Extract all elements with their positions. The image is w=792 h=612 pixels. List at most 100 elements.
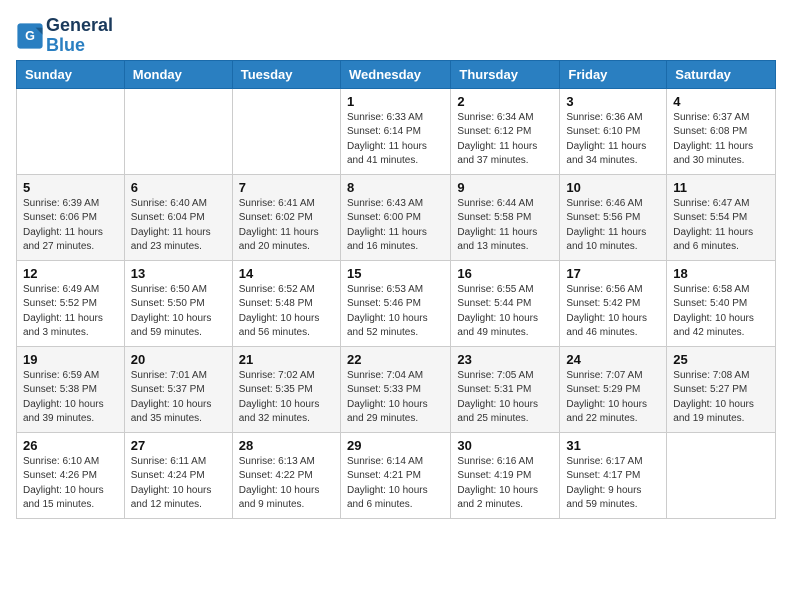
header-wednesday: Wednesday	[340, 60, 450, 88]
day-cell: 8 Sunrise: 6:43 AM Sunset: 6:00 PM Daylig…	[340, 174, 450, 260]
page-header: G GeneralBlue	[16, 16, 776, 56]
header-thursday: Thursday	[451, 60, 560, 88]
day-number: 3	[566, 94, 660, 109]
day-cell	[17, 88, 125, 174]
day-cell	[124, 88, 232, 174]
svg-text:G: G	[25, 29, 35, 43]
day-info: Sunrise: 6:16 AM Sunset: 4:19 PM Dayligh…	[457, 455, 553, 513]
day-info: Sunrise: 6:43 AM Sunset: 6:00 PM Dayligh…	[347, 197, 444, 255]
day-info: Sunrise: 6:58 AM Sunset: 5:40 PM Dayligh…	[673, 283, 769, 341]
day-number: 14	[239, 266, 334, 281]
day-cell: 11 Sunrise: 6:47 AM Sunset: 5:54 PM Dayli…	[667, 174, 776, 260]
day-number: 5	[23, 180, 118, 195]
day-info: Sunrise: 7:07 AM Sunset: 5:29 PM Dayligh…	[566, 369, 660, 427]
day-info: Sunrise: 6:14 AM Sunset: 4:21 PM Dayligh…	[347, 455, 444, 513]
day-cell: 26 Sunrise: 6:10 AM Sunset: 4:26 PM Dayli…	[17, 432, 125, 518]
day-cell: 21Sunrise: 7:02 AM Sunset: 5:35 PM Dayli…	[232, 346, 340, 432]
day-number: 8	[347, 180, 444, 195]
day-number: 26	[23, 438, 118, 453]
header-friday: Friday	[560, 60, 667, 88]
day-cell: 23Sunrise: 7:05 AM Sunset: 5:31 PM Dayli…	[451, 346, 560, 432]
day-number: 20	[131, 352, 226, 367]
week-row-5: 26 Sunrise: 6:10 AM Sunset: 4:26 PM Dayli…	[17, 432, 776, 518]
day-cell: 5 Sunrise: 6:39 AM Sunset: 6:06 PM Daylig…	[17, 174, 125, 260]
day-number: 15	[347, 266, 444, 281]
day-info: Sunrise: 6:47 AM Sunset: 5:54 PM Dayligh…	[673, 197, 769, 255]
day-info: Sunrise: 6:41 AM Sunset: 6:02 PM Dayligh…	[239, 197, 334, 255]
day-number: 11	[673, 180, 769, 195]
day-cell: 10 Sunrise: 6:46 AM Sunset: 5:56 PM Dayli…	[560, 174, 667, 260]
day-info: Sunrise: 7:02 AM Sunset: 5:35 PM Dayligh…	[239, 369, 334, 427]
day-cell: 1 Sunrise: 6:33 AM Sunset: 6:14 PM Daylig…	[340, 88, 450, 174]
day-cell: 24 Sunrise: 7:07 AM Sunset: 5:29 PM Dayli…	[560, 346, 667, 432]
day-cell: 20Sunrise: 7:01 AM Sunset: 5:37 PM Dayli…	[124, 346, 232, 432]
calendar-table: SundayMondayTuesdayWednesdayThursdayFrid…	[16, 60, 776, 519]
header-row: SundayMondayTuesdayWednesdayThursdayFrid…	[17, 60, 776, 88]
day-number: 24	[566, 352, 660, 367]
day-number: 31	[566, 438, 660, 453]
day-cell: 16Sunrise: 6:55 AM Sunset: 5:44 PM Dayli…	[451, 260, 560, 346]
day-cell: 6 Sunrise: 6:40 AM Sunset: 6:04 PM Daylig…	[124, 174, 232, 260]
day-info: Sunrise: 6:50 AM Sunset: 5:50 PM Dayligh…	[131, 283, 226, 341]
day-info: Sunrise: 6:59 AM Sunset: 5:38 PM Dayligh…	[23, 369, 118, 427]
day-cell	[232, 88, 340, 174]
day-number: 1	[347, 94, 444, 109]
week-row-3: 12 Sunrise: 6:49 AM Sunset: 5:52 PM Dayli…	[17, 260, 776, 346]
logo-text: GeneralBlue	[46, 16, 113, 56]
day-number: 19	[23, 352, 118, 367]
header-tuesday: Tuesday	[232, 60, 340, 88]
day-cell: 30 Sunrise: 6:16 AM Sunset: 4:19 PM Dayli…	[451, 432, 560, 518]
day-cell	[667, 432, 776, 518]
day-number: 4	[673, 94, 769, 109]
day-info: Sunrise: 7:08 AM Sunset: 5:27 PM Dayligh…	[673, 369, 769, 427]
day-info: Sunrise: 6:39 AM Sunset: 6:06 PM Dayligh…	[23, 197, 118, 255]
day-number: 12	[23, 266, 118, 281]
day-cell: 31 Sunrise: 6:17 AM Sunset: 4:17 PM Dayli…	[560, 432, 667, 518]
day-cell: 13 Sunrise: 6:50 AM Sunset: 5:50 PM Dayli…	[124, 260, 232, 346]
day-info: Sunrise: 7:04 AM Sunset: 5:33 PM Dayligh…	[347, 369, 444, 427]
day-number: 29	[347, 438, 444, 453]
day-cell: 25 Sunrise: 7:08 AM Sunset: 5:27 PM Dayli…	[667, 346, 776, 432]
day-cell: 9Sunrise: 6:44 AM Sunset: 5:58 PM Daylig…	[451, 174, 560, 260]
day-info: Sunrise: 6:55 AM Sunset: 5:44 PM Dayligh…	[457, 283, 553, 341]
day-info: Sunrise: 6:13 AM Sunset: 4:22 PM Dayligh…	[239, 455, 334, 513]
day-info: Sunrise: 6:53 AM Sunset: 5:46 PM Dayligh…	[347, 283, 444, 341]
day-info: Sunrise: 6:49 AM Sunset: 5:52 PM Dayligh…	[23, 283, 118, 341]
day-info: Sunrise: 7:05 AM Sunset: 5:31 PM Dayligh…	[457, 369, 553, 427]
day-info: Sunrise: 6:40 AM Sunset: 6:04 PM Dayligh…	[131, 197, 226, 255]
day-info: Sunrise: 6:56 AM Sunset: 5:42 PM Dayligh…	[566, 283, 660, 341]
day-cell: 14Sunrise: 6:52 AM Sunset: 5:48 PM Dayli…	[232, 260, 340, 346]
day-number: 18	[673, 266, 769, 281]
day-number: 9	[457, 180, 553, 195]
day-cell: 29 Sunrise: 6:14 AM Sunset: 4:21 PM Dayli…	[340, 432, 450, 518]
logo: G GeneralBlue	[16, 16, 113, 56]
day-info: Sunrise: 6:34 AM Sunset: 6:12 PM Dayligh…	[457, 111, 553, 169]
week-row-2: 5 Sunrise: 6:39 AM Sunset: 6:06 PM Daylig…	[17, 174, 776, 260]
header-saturday: Saturday	[667, 60, 776, 88]
day-cell: 12 Sunrise: 6:49 AM Sunset: 5:52 PM Dayli…	[17, 260, 125, 346]
day-number: 25	[673, 352, 769, 367]
day-number: 17	[566, 266, 660, 281]
day-cell: 28Sunrise: 6:13 AM Sunset: 4:22 PM Dayli…	[232, 432, 340, 518]
day-info: Sunrise: 6:17 AM Sunset: 4:17 PM Dayligh…	[566, 455, 660, 513]
day-number: 7	[239, 180, 334, 195]
day-number: 2	[457, 94, 553, 109]
day-number: 13	[131, 266, 226, 281]
day-info: Sunrise: 6:46 AM Sunset: 5:56 PM Dayligh…	[566, 197, 660, 255]
day-number: 10	[566, 180, 660, 195]
day-cell: 15 Sunrise: 6:53 AM Sunset: 5:46 PM Dayli…	[340, 260, 450, 346]
day-cell: 18 Sunrise: 6:58 AM Sunset: 5:40 PM Dayli…	[667, 260, 776, 346]
day-number: 22	[347, 352, 444, 367]
day-cell: 19 Sunrise: 6:59 AM Sunset: 5:38 PM Dayli…	[17, 346, 125, 432]
day-cell: 2 Sunrise: 6:34 AM Sunset: 6:12 PM Daylig…	[451, 88, 560, 174]
day-info: Sunrise: 6:37 AM Sunset: 6:08 PM Dayligh…	[673, 111, 769, 169]
header-monday: Monday	[124, 60, 232, 88]
day-number: 6	[131, 180, 226, 195]
day-info: Sunrise: 6:33 AM Sunset: 6:14 PM Dayligh…	[347, 111, 444, 169]
day-number: 30	[457, 438, 553, 453]
day-cell: 7 Sunrise: 6:41 AM Sunset: 6:02 PM Daylig…	[232, 174, 340, 260]
day-info: Sunrise: 6:10 AM Sunset: 4:26 PM Dayligh…	[23, 455, 118, 513]
header-sunday: Sunday	[17, 60, 125, 88]
day-cell: 17 Sunrise: 6:56 AM Sunset: 5:42 PM Dayli…	[560, 260, 667, 346]
week-row-4: 19 Sunrise: 6:59 AM Sunset: 5:38 PM Dayli…	[17, 346, 776, 432]
